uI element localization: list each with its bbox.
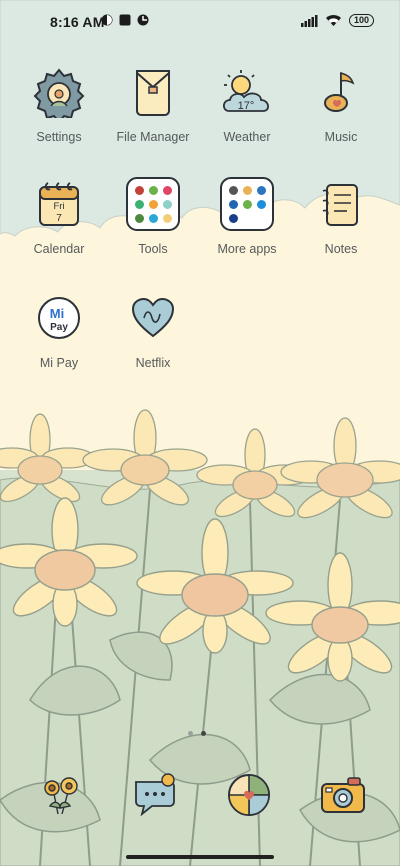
app-file-manager[interactable]: File Manager <box>108 64 198 144</box>
calendar-icon: Fri 7 <box>39 182 79 226</box>
app-notification-icon <box>119 14 131 26</box>
sun-cloud-icon: 17° <box>222 70 269 112</box>
vpn-icon <box>101 14 113 26</box>
battery-indicator: 100 <box>348 14 374 27</box>
dock-app-gallery[interactable] <box>224 770 274 820</box>
app-notes[interactable]: Notes <box>296 176 386 256</box>
heart-icon <box>131 297 175 338</box>
app-calendar[interactable]: Fri 7 Calendar <box>14 176 104 256</box>
folder-more-apps[interactable]: More apps <box>202 176 292 256</box>
weather-temp: 17° <box>238 100 255 112</box>
status-notification-icons <box>101 14 149 26</box>
camera-icon <box>321 777 365 813</box>
page-dot <box>188 731 193 736</box>
folder-label: More apps <box>217 242 277 256</box>
folder-icon <box>220 177 274 231</box>
mi-pay-icon: Mi Pay <box>38 297 80 339</box>
signal-icon <box>300 14 318 27</box>
folder-label: Tools <box>138 242 168 256</box>
app-label: Netflix <box>135 356 171 370</box>
app-mi-pay[interactable]: Mi Pay Mi Pay <box>14 290 104 370</box>
notepad-icon <box>322 184 358 226</box>
status-bar: 8:16 AM 100 <box>0 0 400 42</box>
app-label: Weather <box>223 130 271 144</box>
status-time: 8:16 AM <box>50 14 105 30</box>
dock-app-camera[interactable] <box>318 770 368 820</box>
mi-pay-logo-sub: Pay <box>50 322 68 333</box>
dock-app-flowers[interactable] <box>36 770 86 820</box>
app-label: Notes <box>324 242 358 256</box>
envelope-folder-icon <box>136 70 170 116</box>
data-saver-icon <box>137 14 149 26</box>
home-gesture-bar[interactable] <box>126 855 274 859</box>
app-music[interactable]: Music <box>296 64 386 144</box>
app-netflix[interactable]: Netflix <box>108 290 198 370</box>
wifi-icon <box>325 15 341 26</box>
app-label: Settings <box>36 130 82 144</box>
dock-app-messages[interactable] <box>130 770 180 820</box>
app-weather[interactable]: 17° Weather <box>202 64 292 144</box>
chat-bubble-icon <box>135 773 175 817</box>
status-system-icons: 100 <box>300 14 374 27</box>
mi-pay-logo: Mi <box>50 306 64 321</box>
page-dot-active <box>201 731 206 736</box>
calendar-day: Fri <box>53 201 64 212</box>
flowers-icon <box>44 777 78 815</box>
folder-tools[interactable]: Tools <box>108 176 198 256</box>
gear-flower-icon <box>33 68 85 118</box>
music-note-icon <box>324 71 355 112</box>
app-label: File Manager <box>116 130 190 144</box>
folder-icon <box>126 177 180 231</box>
app-label: Music <box>324 130 358 144</box>
calendar-date: 7 <box>56 213 62 224</box>
app-label: Calendar <box>33 242 85 256</box>
page-indicator <box>188 731 206 736</box>
app-settings[interactable]: Settings <box>14 64 104 144</box>
photos-ball-icon <box>228 774 270 816</box>
app-label: Mi Pay <box>39 356 79 370</box>
